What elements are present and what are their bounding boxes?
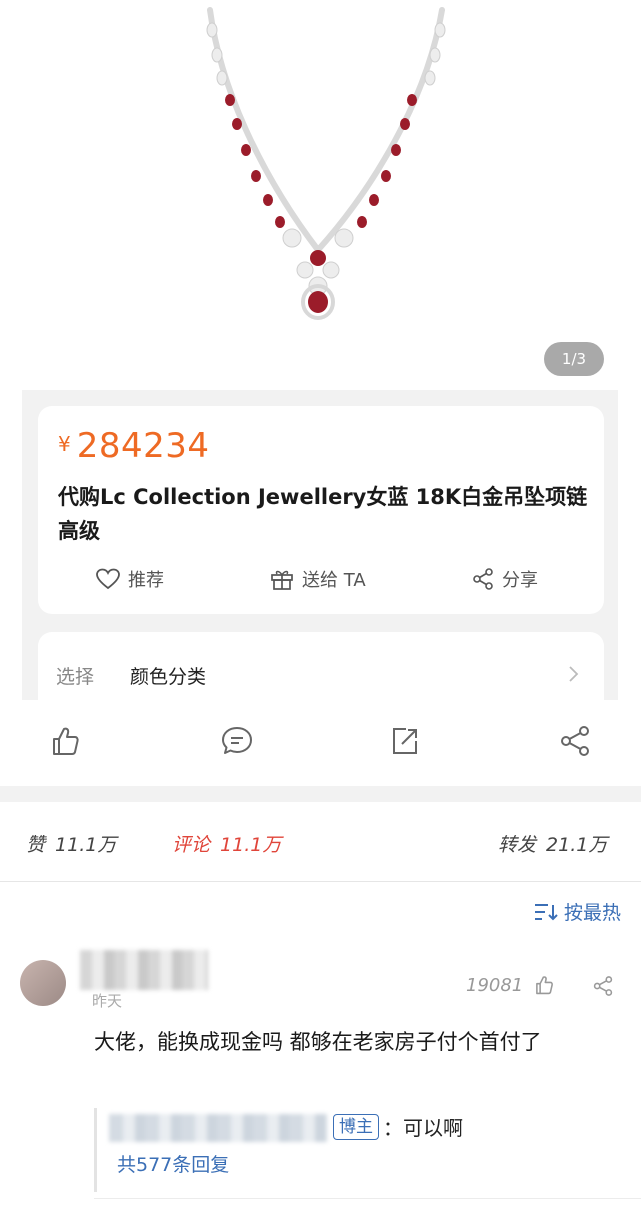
like-stat-label: 赞 [26, 834, 46, 856]
sku-select-row[interactable]: 选择 颜色分类 [38, 632, 604, 700]
comment-like-button[interactable]: 19081 [466, 974, 555, 996]
like-stat-tab[interactable]: 赞 11.1万 [26, 830, 116, 857]
post-stats-bar: 赞 11.1万 评论 11.1万 转发 21.1万 [0, 802, 641, 882]
share-button[interactable]: 分享 [472, 564, 538, 594]
share-icon [473, 568, 493, 590]
gift-label: 送给 TA [302, 570, 366, 591]
share-post-icon[interactable] [558, 724, 592, 758]
product-title: 代购Lc Collection Jewellery女蓝 18K白金吊坠项链高级 [58, 485, 588, 543]
product-actions: 推荐 送给 TA 分享 [38, 564, 604, 594]
commenter-name-blurred[interactable] [80, 950, 208, 990]
product-price: ¥284234 [58, 426, 210, 466]
gift-button[interactable]: 送给 TA [270, 564, 366, 594]
necklace-image [206, 7, 446, 320]
commenter-avatar[interactable] [20, 960, 66, 1006]
sort-icon [534, 903, 558, 920]
repost-icon[interactable] [388, 724, 422, 758]
sort-by-hot-button[interactable]: 按最热 [534, 898, 621, 925]
weibo-post-page: 1/3 ¥284234 代购Lc Collection Jewellery女蓝 … [0, 0, 641, 1206]
comment-divider [94, 1198, 641, 1199]
product-info-card: ¥284234 代购Lc Collection Jewellery女蓝 18K白… [38, 406, 604, 614]
price-amount: 284234 [76, 426, 210, 466]
embedded-product-screenshot: 1/3 ¥284234 代购Lc Collection Jewellery女蓝 … [22, 0, 618, 700]
comment-stat-count: 11.1万 [220, 834, 282, 856]
reply-author-blurred [109, 1114, 327, 1142]
like-icon[interactable] [48, 724, 82, 758]
recommend-button[interactable]: 推荐 [96, 564, 164, 594]
comment-icon[interactable] [220, 724, 254, 758]
heart-icon [96, 568, 120, 590]
gift-icon [271, 570, 293, 590]
reply-text: ：可以啊 [383, 1116, 463, 1140]
author-badge: 博主 [333, 1114, 379, 1140]
repost-stat-label: 转发 [498, 834, 537, 856]
select-label: 选择 [56, 666, 95, 688]
post-action-bar [0, 700, 641, 786]
chevron-right-icon [569, 666, 579, 682]
repost-stat-count: 21.1万 [546, 834, 608, 856]
price-currency: ¥ [58, 432, 71, 456]
comment-stat-label: 评论 [172, 834, 211, 856]
comment-time: 昨天 [92, 992, 123, 1010]
comment-share-icon[interactable] [592, 975, 614, 997]
product-image: 1/3 [22, 0, 618, 390]
sort-label: 按最热 [563, 902, 621, 924]
comment-like-icon [536, 976, 554, 995]
recommend-label: 推荐 [128, 570, 164, 591]
comment-text: 大佬，能换成现金吗 都够在老家房子付个首付了 [94, 1030, 542, 1054]
section-divider [0, 786, 641, 802]
like-stat-count: 11.1万 [55, 834, 117, 856]
select-value: 颜色分类 [130, 666, 207, 688]
image-counter[interactable]: 1/3 [544, 342, 604, 376]
comment-stat-tab[interactable]: 评论 11.1万 [172, 830, 281, 857]
comment-reply-preview[interactable]: 博主 ：可以啊 共577条回复 [94, 1108, 624, 1192]
view-replies-link[interactable]: 共577条回复 [117, 1150, 229, 1177]
repost-stat-tab[interactable]: 转发 21.1万 [498, 830, 607, 857]
share-label: 分享 [502, 570, 538, 591]
comment-like-count: 19081 [466, 974, 524, 996]
